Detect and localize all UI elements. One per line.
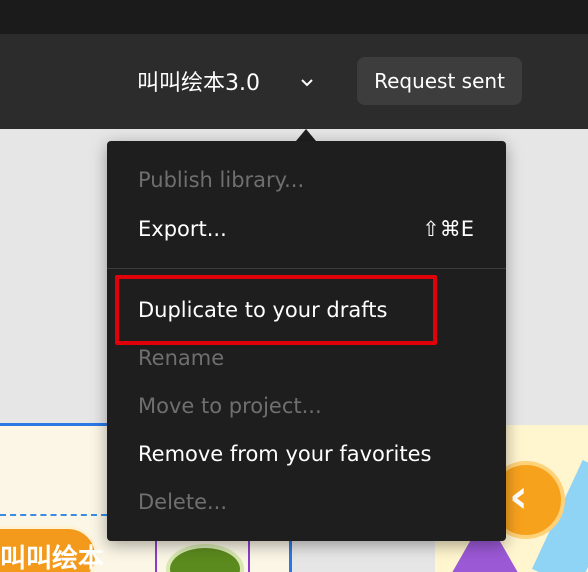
chevron-down-icon[interactable] xyxy=(299,75,315,89)
menu-divider xyxy=(107,268,506,269)
menu-item-publish-library: Publish library... xyxy=(138,168,305,192)
back-arrow-icon: ‹ xyxy=(509,469,528,523)
menu-item-remove-from-favorites[interactable]: Remove from your favorites xyxy=(138,436,431,472)
highlight-annotation-box xyxy=(115,275,437,345)
request-sent-button[interactable]: Request sent xyxy=(357,57,522,105)
file-name-title[interactable]: 叫叫绘本3.0 xyxy=(137,62,260,100)
menu-item-delete: Delete... xyxy=(138,490,228,514)
export-shortcut: ⇧⌘E xyxy=(422,217,474,241)
title-bar xyxy=(0,0,588,34)
menu-caret xyxy=(296,129,316,141)
menu-item-move-to-project: Move to project... xyxy=(138,394,322,418)
menu-item-export[interactable]: Export... xyxy=(138,211,227,247)
menu-item-rename: Rename xyxy=(138,346,225,370)
thumbnail-title-text: 叫叫绘本 xyxy=(0,544,105,572)
